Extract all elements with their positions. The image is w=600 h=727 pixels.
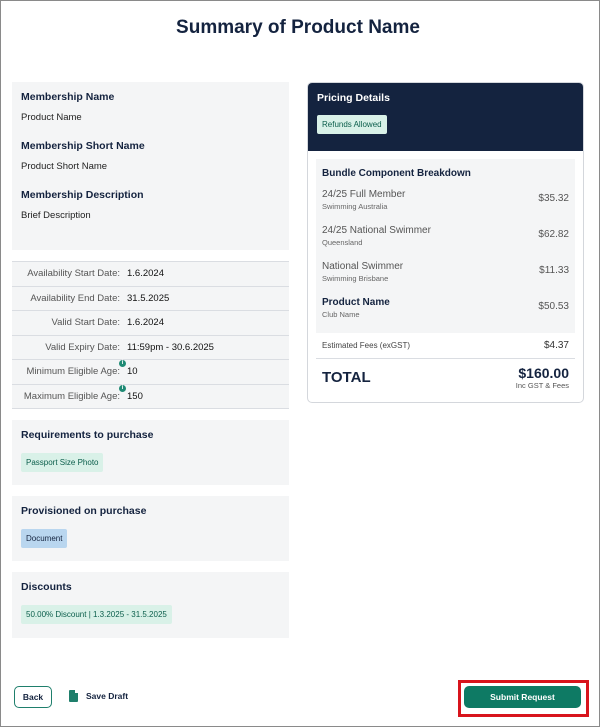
item-price: $35.32	[538, 193, 569, 204]
item-name: National Swimmer	[322, 261, 404, 272]
date-value: 1.6.2024	[127, 317, 164, 329]
provisioned-card: Provisioned on purchase Document	[12, 496, 289, 561]
page-title: Summary of Product Name	[176, 17, 420, 38]
date-label: Valid Start Date:	[51, 317, 120, 329]
save-draft-button[interactable]: Save Draft	[69, 690, 128, 702]
date-value: 10	[127, 366, 138, 378]
total-sub: Inc GST & Fees	[515, 381, 569, 390]
date-label: Maximum Eligible Age:	[23, 390, 120, 402]
date-value: 11:59pm - 30.6.2025	[127, 341, 214, 353]
requirement-chip: Passport Size Photo	[21, 453, 104, 472]
membership-description-value: Brief Description	[21, 210, 91, 221]
date-value: 150	[127, 390, 143, 402]
info-icon[interactable]: i	[119, 384, 126, 392]
fees-label: Estimated Fees (exGST)	[322, 341, 411, 350]
item-sub: Swimming Australia	[322, 202, 388, 211]
bundle-breakdown: Bundle Component Breakdown 24/25 Full Me…	[316, 159, 575, 333]
discounts-label: Discounts	[21, 581, 72, 593]
pricing-header: Pricing Details Refunds Allowed	[308, 83, 583, 151]
refunds-badge: Refunds Allowed	[317, 115, 387, 134]
discount-chip: 50.00% Discount | 1.3.2025 - 31.5.2025	[21, 605, 172, 624]
discounts-card: Discounts 50.00% Discount | 1.3.2025 - 3…	[12, 572, 289, 638]
estimated-fees-row: Estimated Fees (exGST) $4.37	[316, 333, 575, 359]
item-price: $50.53	[538, 301, 569, 312]
breakdown-item: Product Name Club Name $50.53	[322, 297, 569, 323]
item-sub: Club Name	[322, 310, 360, 319]
membership-name-value: Product Name	[21, 112, 82, 123]
item-name: Product Name	[322, 297, 390, 308]
pricing-title: Pricing Details	[317, 92, 390, 104]
date-label: Availability Start Date:	[27, 268, 120, 280]
pricing-panel: Pricing Details Refunds Allowed Bundle C…	[307, 82, 584, 403]
dates-table: Availability Start Date: 1.6.2024 Availa…	[12, 261, 289, 409]
min-age-label-wrap: Minimum Eligible Age: i	[12, 360, 126, 378]
item-name: 24/25 National Swimmer	[322, 225, 431, 236]
item-price: $62.82	[538, 229, 569, 240]
membership-short-name-label: Membership Short Name	[21, 140, 145, 152]
info-icon[interactable]: i	[119, 360, 126, 368]
membership-description-label: Membership Description	[21, 189, 144, 201]
date-value: 1.6.2024	[127, 268, 164, 280]
membership-short-name-value: Product Short Name	[21, 161, 108, 172]
date-row-availability-start: Availability Start Date: 1.6.2024	[12, 262, 289, 287]
membership-info-card: Membership Name Product Name Membership …	[12, 82, 289, 250]
fees-value: $4.37	[543, 340, 569, 351]
breakdown-item: 24/25 Full Member Swimming Australia $35…	[322, 189, 569, 215]
breakdown-item: 24/25 National Swimmer Queensland $62.82	[322, 225, 569, 251]
submit-request-button[interactable]: Submit Request	[464, 686, 581, 708]
breakdown-title: Bundle Component Breakdown	[322, 168, 471, 179]
max-age-label-wrap: Maximum Eligible Age: i	[12, 384, 126, 402]
total-amount-wrap: $160.00 Inc GST & Fees	[516, 365, 569, 390]
requirements-label: Requirements to purchase	[21, 429, 154, 441]
date-value: 31.5.2025	[127, 292, 170, 304]
item-name: 24/25 Full Member	[322, 189, 406, 200]
requirements-card: Requirements to purchase Passport Size P…	[12, 420, 289, 485]
total-row: TOTAL $160.00 Inc GST & Fees	[316, 359, 575, 396]
back-button[interactable]: Back	[14, 686, 52, 708]
date-label: Minimum Eligible Age:	[26, 366, 120, 378]
date-label: Valid Expiry Date:	[45, 341, 120, 353]
item-price: $11.33	[539, 265, 569, 276]
date-row-valid-expiry: Valid Expiry Date: 11:59pm - 30.6.2025	[12, 335, 289, 360]
date-row-valid-start: Valid Start Date: 1.6.2024	[12, 311, 289, 336]
date-row-min-age: Minimum Eligible Age: i 10	[12, 360, 289, 385]
item-sub: Queensland	[322, 238, 363, 247]
provisioned-label: Provisioned on purchase	[21, 505, 147, 517]
total-label: TOTAL	[322, 369, 371, 386]
document-icon	[69, 690, 78, 702]
date-label: Availability End Date:	[30, 292, 120, 304]
save-draft-label: Save Draft	[86, 691, 129, 701]
total-value: $160.00	[518, 365, 569, 381]
provisioned-chip: Document	[21, 529, 68, 548]
breakdown-item: National Swimmer Swimming Brisbane $11.3…	[322, 261, 569, 287]
item-sub: Swimming Brisbane	[322, 274, 389, 283]
membership-name-label: Membership Name	[21, 91, 115, 103]
date-row-availability-end: Availability End Date: 31.5.2025	[12, 286, 289, 311]
date-row-max-age: Maximum Eligible Age: i 150	[12, 384, 289, 409]
